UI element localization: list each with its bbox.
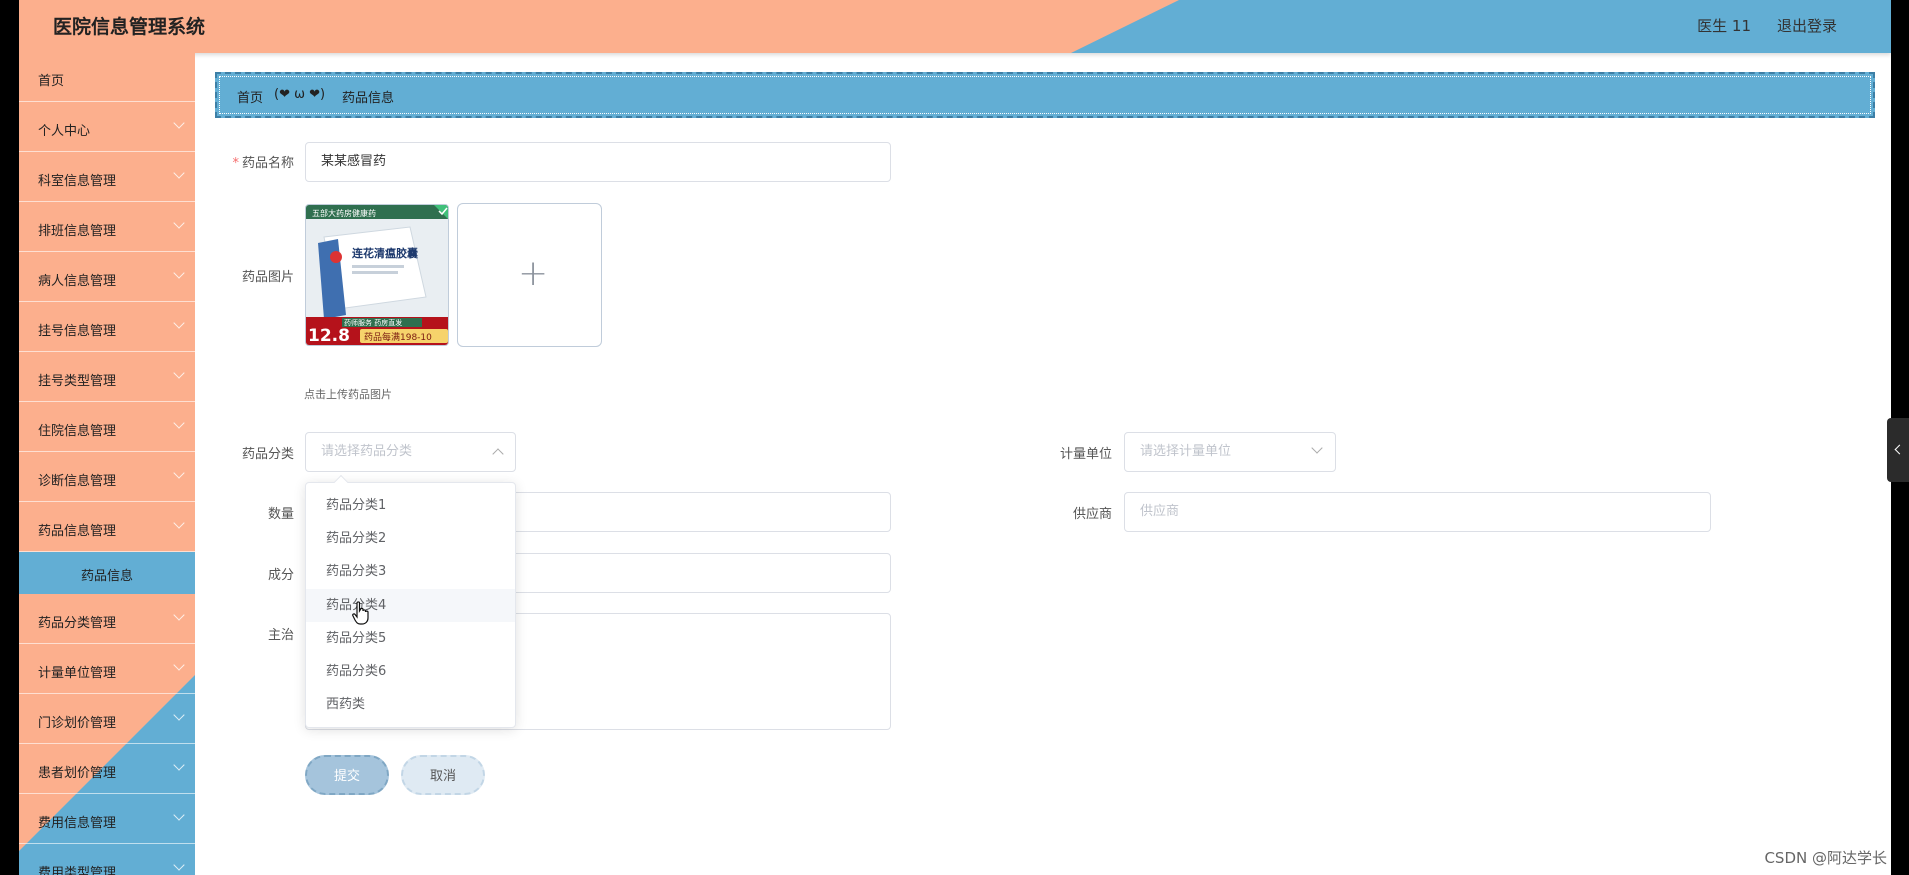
sidebar-item-label: 费用信息管理: [38, 816, 117, 831]
breadcrumb-current: 药品信息: [342, 91, 395, 106]
category-select[interactable]: 请选择药品分类: [305, 432, 516, 472]
unit-select[interactable]: 请选择计量单位: [1124, 432, 1336, 472]
app-title: 医院信息管理系统: [53, 16, 206, 38]
sidebar-item-label: 门诊划价管理: [38, 716, 117, 731]
sidebar-item-patient[interactable]: 病人信息管理: [19, 253, 195, 302]
sidebar-item-label: 患者划价管理: [38, 766, 117, 781]
dropdown-caret: [333, 474, 349, 490]
cancel-button[interactable]: 取消: [401, 755, 485, 795]
sidebar-item-unit[interactable]: 计量单位管理: [19, 645, 195, 694]
quantity-label: 数量: [267, 507, 294, 522]
current-user[interactable]: 医生 11: [1697, 15, 1751, 36]
chevron-down-icon: [173, 809, 185, 821]
dropdown-option[interactable]: 药品分类1: [306, 489, 515, 522]
chevron-down-icon: [173, 117, 185, 129]
medicine-thumbnail[interactable]: 五部大药房健康药 连花清瘟胶囊 12.8 药品每满198-10 药师服务 药房直…: [305, 204, 449, 346]
sidebar-item-medicine-category[interactable]: 药品分类管理: [19, 595, 195, 644]
sidebar-item-diagnosis[interactable]: 诊断信息管理: [19, 453, 195, 502]
image-label: 药品图片: [241, 270, 294, 285]
sidebar: 首页 个人中心 科室信息管理 排班信息管理 病人信息管理 挂号信息管理 挂号类型…: [19, 53, 195, 875]
sidebar-item-fee-type[interactable]: 费用类型管理: [19, 845, 195, 875]
dropdown-option-hovered[interactable]: 药品分类4: [306, 589, 515, 622]
sidebar-item-label: 费用类型管理: [38, 866, 117, 875]
sidebar-item-medicine[interactable]: 药品信息管理: [19, 503, 195, 552]
sidebar-item-patient-pricing[interactable]: 患者划价管理: [19, 745, 195, 794]
supplier-label: 供应商: [1072, 507, 1112, 522]
sidebar-item-schedule[interactable]: 排班信息管理: [19, 203, 195, 252]
sidebar-item-department[interactable]: 科室信息管理: [19, 153, 195, 202]
breadcrumb: 首页 (❤ ω ❤) 药品信息: [215, 72, 1875, 118]
chevron-down-icon: [173, 217, 185, 229]
dropdown-option[interactable]: 西药类: [306, 688, 515, 721]
supplier-input[interactable]: 供应商: [1124, 492, 1711, 532]
sidebar-item-label: 个人中心: [38, 124, 91, 139]
left-edge: [0, 0, 19, 875]
sidebar-item-label: 首页: [38, 74, 65, 89]
category-label: 药品分类: [241, 447, 294, 462]
breadcrumb-home[interactable]: 首页: [237, 87, 263, 106]
top-header: 医院信息管理系统 医生 11 退出登录: [19, 0, 1891, 53]
sidebar-item-label: 诊断信息管理: [38, 474, 117, 489]
svg-text:12.8: 12.8: [308, 326, 350, 346]
sidebar-item-label: 药品分类管理: [38, 616, 117, 631]
dropdown-option[interactable]: 药品分类3: [306, 555, 515, 588]
medicine-name-input[interactable]: 某某感冒药: [305, 142, 891, 182]
chevron-down-icon: [173, 609, 185, 621]
svg-text:药师服务 药房直发: 药师服务 药房直发: [344, 318, 402, 327]
sidebar-item-label: 计量单位管理: [38, 666, 117, 681]
chevron-down-icon: [173, 709, 185, 721]
category-dropdown: 药品分类1 药品分类2 药品分类3 药品分类4 药品分类5 药品分类6 西药类: [305, 474, 516, 728]
chevron-down-icon: [173, 759, 185, 771]
sidebar-item-label: 挂号类型管理: [38, 374, 117, 389]
sidebar-item-registration-type[interactable]: 挂号类型管理: [19, 353, 195, 402]
sidebar-subitem-medicine-info[interactable]: 药品信息: [19, 552, 195, 594]
chevron-down-icon: [173, 167, 185, 179]
sidebar-item-label: 住院信息管理: [38, 424, 117, 439]
treatment-label: 主治: [267, 628, 294, 643]
medicine-box-image: 五部大药房健康药 连花清瘟胶囊 12.8 药品每满198-10 药师服务 药房直…: [306, 205, 448, 346]
svg-text:连花清瘟胶囊: 连花清瘟胶囊: [352, 246, 419, 260]
chevron-down-icon: [173, 467, 185, 479]
side-collapse-tab[interactable]: [1887, 418, 1909, 482]
unit-label: 计量单位: [1059, 447, 1112, 462]
chevron-down-icon: [173, 267, 185, 279]
dropdown-option[interactable]: 药品分类5: [306, 622, 515, 655]
chevron-left-icon: [1894, 444, 1905, 455]
sidebar-item-inpatient[interactable]: 住院信息管理: [19, 403, 195, 452]
sidebar-item-label: 排班信息管理: [38, 224, 117, 239]
submit-button[interactable]: 提交: [305, 755, 389, 795]
watermark: CSDN @阿达学长: [1764, 849, 1887, 867]
image-upload-button[interactable]: +: [457, 203, 602, 347]
sidebar-item-label: 药品信息管理: [38, 524, 117, 539]
sidebar-item-label: 药品信息: [80, 569, 133, 584]
name-label: * 药品名称: [232, 156, 294, 171]
chevron-down-icon: [173, 859, 185, 871]
chevron-down-icon: [173, 659, 185, 671]
svg-text:五部大药房健康药: 五部大药房健康药: [312, 208, 376, 218]
sidebar-item-label: 挂号信息管理: [38, 324, 117, 339]
dropdown-option[interactable]: 药品分类2: [306, 522, 515, 555]
sidebar-item-fee-info[interactable]: 费用信息管理: [19, 795, 195, 844]
sidebar-item-label: 病人信息管理: [38, 274, 117, 289]
sidebar-item-personal-center[interactable]: 个人中心: [19, 103, 195, 152]
hand-cursor-icon: [352, 601, 369, 625]
required-mark: *: [232, 156, 239, 171]
chevron-down-icon: [173, 367, 185, 379]
chevron-down-icon: [173, 417, 185, 429]
svg-text:药品每满198-10: 药品每满198-10: [364, 331, 432, 343]
sidebar-item-outpatient-pricing[interactable]: 门诊划价管理: [19, 695, 195, 744]
plus-icon: +: [518, 253, 549, 294]
breadcrumb-separator: (❤ ω ❤): [274, 87, 326, 102]
ingredient-label: 成分: [267, 568, 294, 583]
image-upload-hint: 点击上传药品图片: [304, 388, 392, 401]
dropdown-option[interactable]: 药品分类6: [306, 655, 515, 688]
sidebar-item-home[interactable]: 首页: [19, 53, 195, 102]
sidebar-item-registration[interactable]: 挂号信息管理: [19, 303, 195, 352]
logout-link[interactable]: 退出登录: [1777, 15, 1837, 36]
sidebar-item-label: 科室信息管理: [38, 174, 117, 189]
chevron-down-icon: [173, 517, 185, 529]
chevron-down-icon: [173, 317, 185, 329]
